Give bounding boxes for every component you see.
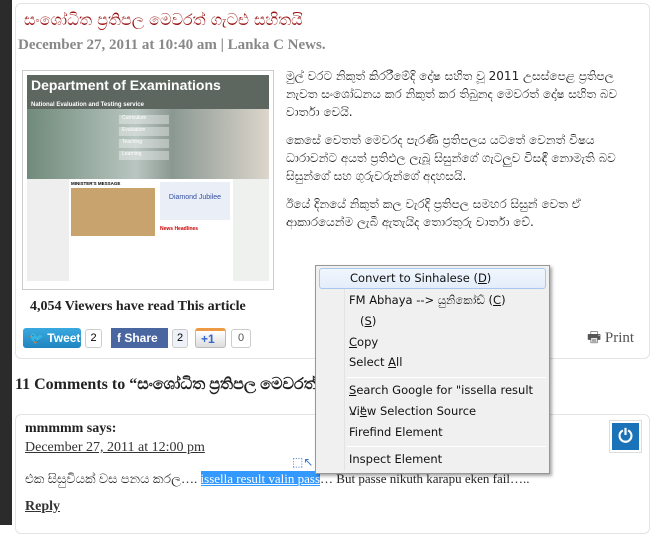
menu-item-firefind-element[interactable]: Firefind Element — [319, 422, 546, 443]
google-plus-one-button[interactable]: +1 — [195, 328, 226, 348]
context-menu: Convert to Sinhalese (D) FM Abhaya --> ය… — [292, 265, 550, 474]
comment-author: mmmmm says: — [25, 421, 117, 436]
paragraph: කෙසේ වෙතත් මෙවරද පැරණි ප්‍රතිපලය යටතේ වෙ… — [286, 133, 616, 183]
twitter-bird-icon: 🐦 — [29, 331, 44, 345]
window-edge — [0, 0, 12, 525]
image-nav: Teaching — [119, 139, 169, 148]
print-label: Print — [604, 330, 635, 346]
tweet-label: Tweet — [47, 331, 81, 345]
print-button[interactable]: 🖶 Print — [587, 327, 634, 352]
article-body: මුල් වරට නිකුත් කිරරීමේදි දෝෂ සහිත වූ 20… — [286, 67, 641, 241]
menu-item-view-selection-source[interactable]: View Selection Source — [319, 401, 546, 422]
avatar: ⏻ — [609, 420, 642, 453]
menu-item-copy[interactable]: Copy — [319, 332, 546, 353]
menu-item-fm-abhaya[interactable]: FM Abhaya --> යුනිකෝඩ් (C) — [319, 290, 546, 311]
image-minister: MINISTER'S MESSAGE — [71, 181, 121, 186]
menu-item-convert-to-sinhalese[interactable]: Convert to Sinhalese (D) — [319, 268, 546, 289]
inspect-cursor-icon: ⬚↖ — [292, 455, 314, 469]
image-header: Department of Examinations — [31, 77, 221, 93]
viewer-count: 4,054 Viewers have read This article — [30, 299, 246, 314]
image-news: News Headlines — [160, 226, 199, 232]
image-nav: Learning — [119, 151, 169, 160]
facebook-share-button[interactable]: f Share — [111, 328, 168, 348]
comment-text-part: එක සිසුවියක් වස පනය කරල…. — [25, 471, 201, 486]
reply-link[interactable]: Reply — [25, 499, 60, 515]
image-nav: Evaluation — [119, 127, 169, 136]
gravatar-icon: ⏻ — [612, 423, 639, 450]
selected-text[interactable]: issella result valin pass — [200, 471, 321, 486]
menu-separator — [347, 446, 546, 447]
article-meta: December 27, 2011 at 10:40 am | Lanka C … — [18, 37, 326, 53]
share-label: Share — [124, 331, 158, 345]
menu-item-select-all[interactable]: Select All — [319, 352, 546, 373]
comments-heading: 11 Comments to “සංශෝධිත ප්‍රතිපල මෙවරත් — [15, 376, 317, 393]
menu-separator — [347, 377, 546, 378]
paragraph: ඊයේ දිනයේ නිකුත් කල වැරදි ප්‍රතිපල සමහර … — [286, 197, 581, 229]
menu-item-s[interactable]: (S) — [319, 311, 546, 332]
image-subheader: National Evaluation and Testing service — [31, 102, 144, 108]
facebook-icon: f — [117, 331, 121, 345]
tweet-button[interactable]: 🐦 Tweet — [23, 328, 81, 348]
article-title[interactable]: සංශෝධිත ප්‍රතිපල මෙවරත් ගැටළු සහිතයි — [24, 10, 303, 30]
article-image: Department of Examinations National Evalu… — [22, 70, 274, 290]
facebook-count: 2 — [172, 329, 188, 348]
paragraph: මුල් වරට නිකුත් කිරරීමේදි දෝෂ සහිත වූ 20… — [286, 69, 618, 119]
comment-date-link[interactable]: December 27, 2011 at 12:00 pm — [25, 440, 205, 456]
menu-item-search-google[interactable]: Search Google for "issella result ..." — [319, 380, 546, 418]
printer-icon: 🖶 — [587, 330, 602, 346]
image-nav: Curriculum — [119, 115, 169, 124]
menu-item-inspect-element[interactable]: ⬚↖ Inspect Element — [292, 449, 546, 470]
gplus-count: 0 — [231, 329, 251, 348]
tweet-count: 2 — [85, 329, 102, 348]
image-jubilee: Diamond Jubilee — [160, 182, 230, 220]
